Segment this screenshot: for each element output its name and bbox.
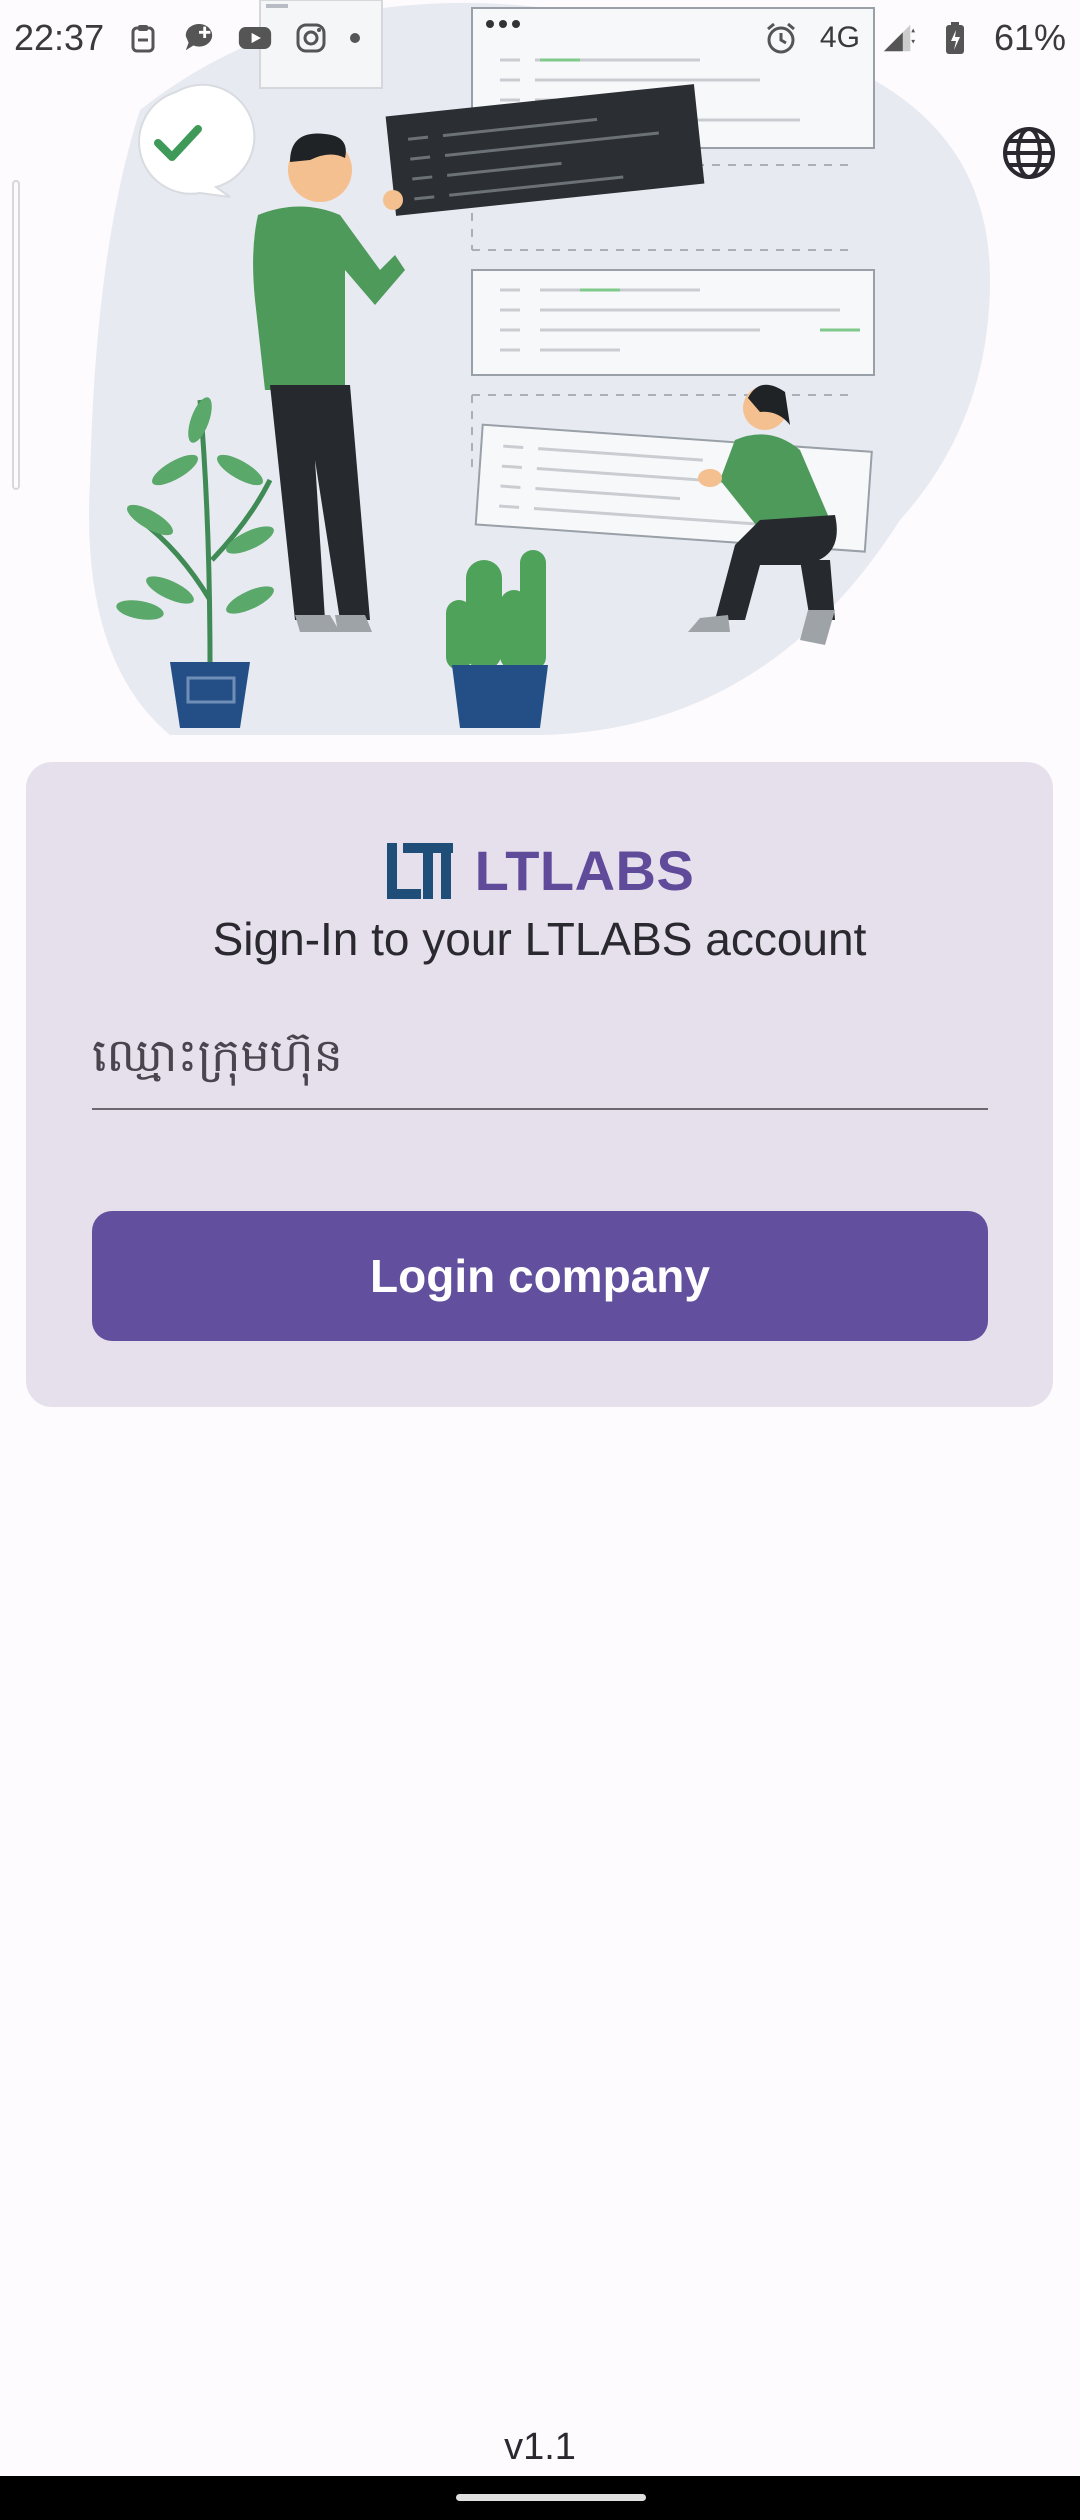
hero-illustration	[0, 0, 1080, 735]
sign-in-subtitle: Sign-In to your LTLABS account	[212, 913, 867, 965]
signal-icon	[882, 21, 916, 55]
clipboard-icon	[126, 21, 160, 55]
ltlabs-logo-icon	[386, 842, 453, 899]
youtube-icon	[238, 21, 272, 55]
status-bar-right: 4G 61%	[764, 17, 1066, 59]
battery-percent: 61%	[993, 17, 1066, 58]
app-version: v1.1	[504, 2426, 576, 2468]
brand-header: LTLABS	[26, 838, 1053, 903]
instagram-icon	[294, 21, 328, 55]
team-illustration	[89, 0, 990, 735]
login-card: LTLABS Sign-In to your LTLABS account Lo…	[26, 762, 1053, 1407]
brand-name: LTLABS	[474, 839, 695, 902]
status-time: 22:37	[14, 17, 105, 58]
system-nav-bar	[0, 2476, 1080, 2520]
language-button[interactable]	[998, 122, 1060, 184]
status-bar-left: 22:37	[14, 17, 361, 59]
company-name-field	[92, 1002, 988, 1110]
home-gesture-handle[interactable]	[456, 2494, 646, 2501]
notification-dot	[350, 33, 361, 43]
globe-icon	[1003, 127, 1055, 179]
chat-plus-icon	[182, 21, 216, 55]
battery-charging-icon	[938, 21, 972, 55]
login-company-button[interactable]: Login company	[92, 1211, 988, 1341]
scroll-indicator	[12, 180, 20, 490]
company-name-input[interactable]	[92, 1002, 988, 1108]
alarm-icon	[764, 21, 798, 55]
network-type: 4G	[819, 21, 860, 54]
status-bar: 22:37 4G 61%	[0, 0, 1080, 76]
